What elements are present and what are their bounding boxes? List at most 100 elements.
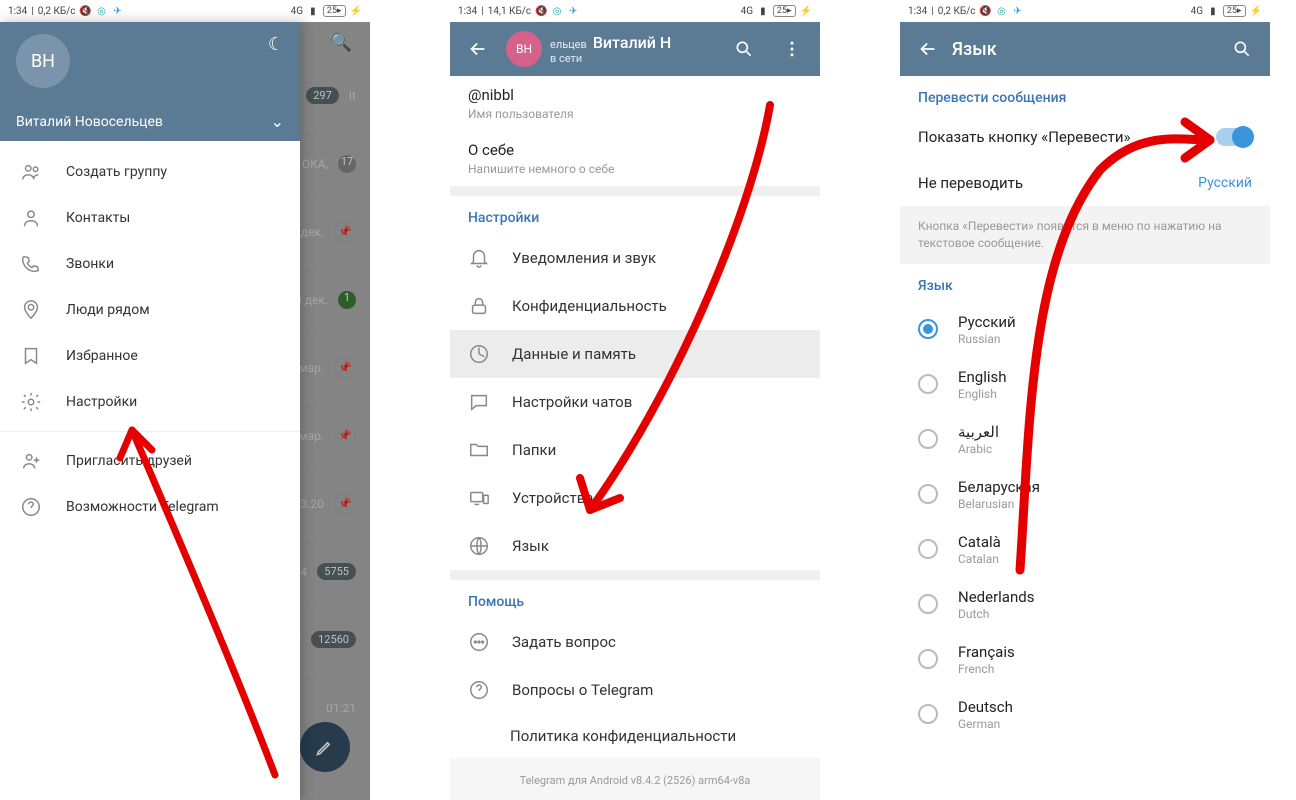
pin-icon: 📌 [334, 493, 356, 515]
settings-devices[interactable]: Устройства [450, 474, 820, 522]
username-row[interactable]: @nibbl Имя пользователя [450, 76, 820, 131]
network-icon: 4G [741, 5, 753, 17]
chevron-down-icon[interactable]: ⌄ [271, 112, 284, 131]
language-name: English [958, 368, 1007, 386]
settings-data[interactable]: Данные и память [450, 330, 820, 378]
globe-icon [468, 535, 490, 557]
help-policy[interactable]: Политика конфиденциальности [450, 714, 820, 758]
menu-contacts[interactable]: Контакты [0, 195, 300, 241]
network-icon: 4G [291, 5, 303, 17]
language-subtitle: Arabic [958, 442, 999, 456]
settings-notifications[interactable]: Уведомления и звук [450, 234, 820, 282]
language-option[interactable]: РусскийRussian [900, 302, 1270, 357]
question-icon [468, 679, 490, 701]
back-button[interactable] [904, 25, 952, 73]
add-person-icon [20, 450, 42, 472]
language-option[interactable]: DeutschGerman [900, 687, 1270, 742]
phone-screenshot-2: 1:34 | 14,1 КБ/с 🔇 ◎ ✈ 4G ▮ 25▸ ⚡ ВН ель… [450, 0, 820, 800]
help-icon [20, 496, 42, 518]
compose-fab[interactable] [300, 722, 350, 772]
mute-icon: 🔇 [535, 5, 547, 17]
radio-button[interactable] [918, 374, 938, 394]
language-name: Nederlands [958, 588, 1034, 606]
radio-button[interactable] [918, 649, 938, 669]
telegram-icon: ✈ [567, 5, 579, 17]
radio-button[interactable] [918, 484, 938, 504]
menu-features[interactable]: Возможности Telegram [0, 484, 300, 530]
status-speed: 0,2 КБ/с [938, 6, 976, 17]
help-faq[interactable]: Вопросы о Telegram [450, 666, 820, 714]
radio-button[interactable] [918, 429, 938, 449]
language-subtitle: Belarusian [958, 497, 1040, 511]
about-row[interactable]: О себе Напишите немного о себе [450, 131, 820, 186]
language-name: Français [958, 643, 1015, 661]
dont-translate-value: Русский [1198, 175, 1252, 191]
profile-status: в сети [550, 52, 716, 65]
user-name[interactable]: Виталий Новосельцев [16, 114, 163, 130]
phone-screenshot-3: 1:34 | 0,2 КБ/с 🔇 ◎ ✈ 4G ▮ 25▸ ⚡ Язык Пе… [900, 0, 1270, 800]
help-ask[interactable]: Задать вопрос [450, 618, 820, 666]
lock-icon [468, 295, 490, 317]
section-header-help: Помощь [450, 580, 820, 618]
language-option[interactable]: العربيةArabic [900, 412, 1270, 467]
language-option[interactable]: NederlandsDutch [900, 577, 1270, 632]
toggle-switch[interactable] [1216, 128, 1252, 146]
language-name: Беларуская [958, 478, 1040, 496]
status-speed: 14,1 КБ/с [488, 6, 531, 17]
status-time: 1:34 [8, 6, 27, 17]
signal-icon: ▮ [307, 5, 319, 17]
language-subtitle: Catalan [958, 552, 1001, 566]
settings-language[interactable]: Язык [450, 522, 820, 570]
status-time: 1:34 [458, 6, 477, 17]
nearby-icon [20, 299, 42, 321]
section-header-settings: Настройки [450, 196, 820, 234]
more-icon[interactable] [772, 29, 812, 69]
settings-chat[interactable]: Настройки чатов [450, 378, 820, 426]
app-icon: ◎ [996, 5, 1008, 17]
show-translate-toggle-row[interactable]: Показать кнопку «Перевести» [900, 114, 1270, 160]
language-option[interactable]: EnglishEnglish [900, 357, 1270, 412]
settings-privacy[interactable]: Конфиденциальность [450, 282, 820, 330]
folder-icon [468, 439, 490, 461]
menu-invite[interactable]: Пригласить друзей [0, 438, 300, 484]
search-icon[interactable] [724, 29, 764, 69]
status-bar: 1:34 | 0,2 КБ/с 🔇 ◎ ✈ 4G ▮ 25▸ ⚡ [0, 0, 370, 22]
avatar[interactable]: ВН [16, 34, 70, 88]
status-battery: 25▸ [1223, 5, 1246, 17]
language-name: Deutsch [958, 698, 1013, 716]
devices-icon [468, 487, 490, 509]
radio-button[interactable] [918, 704, 938, 724]
settings-folders[interactable]: Папки [450, 426, 820, 474]
search-icon[interactable]: 🔍 [330, 32, 352, 53]
charging-icon: ⚡ [1250, 6, 1262, 17]
menu-calls[interactable]: Звонки [0, 241, 300, 287]
menu-settings[interactable]: Настройки [0, 379, 300, 425]
pin-icon: 📌 [334, 425, 356, 447]
status-time: 1:34 [908, 6, 927, 17]
night-mode-icon[interactable]: ☾ [268, 34, 284, 55]
status-speed: 0,2 КБ/с [38, 6, 76, 17]
gear-icon [20, 391, 42, 413]
status-bar: 1:34 | 0,2 КБ/с 🔇 ◎ ✈ 4G ▮ 25▸ ⚡ [900, 0, 1270, 22]
avatar[interactable]: ВН [506, 31, 542, 67]
menu-saved[interactable]: Избранное [0, 333, 300, 379]
language-subtitle: French [958, 662, 1015, 676]
radio-button[interactable] [918, 539, 938, 559]
menu-people-nearby[interactable]: Люди рядом [0, 287, 300, 333]
search-icon[interactable] [1218, 25, 1266, 73]
app-icon: ◎ [551, 5, 563, 17]
menu-create-group[interactable]: Создать группу [0, 149, 300, 195]
language-option[interactable]: FrançaisFrench [900, 632, 1270, 687]
language-name: Русский [958, 313, 1016, 331]
language-option[interactable]: CatalàCatalan [900, 522, 1270, 577]
mute-icon: 🔇 [980, 5, 992, 17]
dont-translate-row[interactable]: Не переводить Русский [900, 160, 1270, 206]
back-button[interactable] [458, 29, 498, 69]
language-subtitle: German [958, 717, 1013, 731]
version-label: Telegram для Android v8.4.2 (2526) arm64… [450, 758, 820, 800]
radio-button[interactable] [918, 319, 938, 339]
radio-button[interactable] [918, 594, 938, 614]
language-option[interactable]: БеларускаяBelarusian [900, 467, 1270, 522]
phone-screenshot-1: 1:34 | 0,2 КБ/с 🔇 ◎ ✈ 4G ▮ 25▸ ⚡ 🔍 297It… [0, 0, 370, 800]
pin-icon: 📌 [334, 357, 356, 379]
